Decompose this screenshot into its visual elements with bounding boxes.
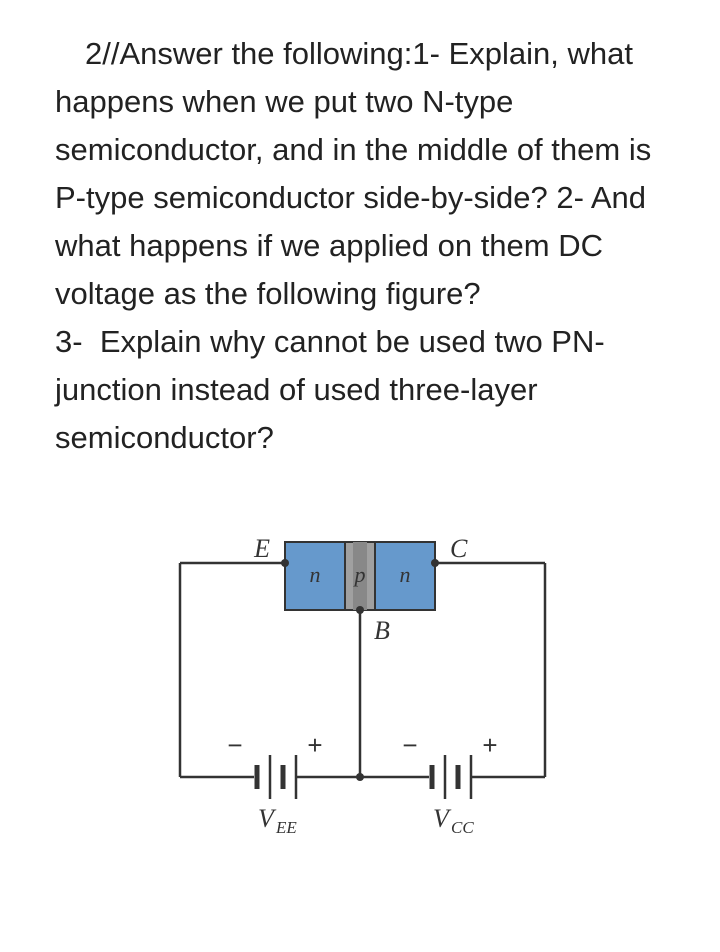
vee-minus: − xyxy=(227,730,242,760)
circuit-diagram: n p n E C B xyxy=(0,527,720,857)
question-part1: Explain, what happens when we put two N-… xyxy=(55,36,651,311)
base-label: B xyxy=(374,616,390,645)
question-prefix: 2//Answer the following:1- xyxy=(85,36,449,71)
vee-plus: + xyxy=(307,730,322,760)
vcc-sub: CC xyxy=(451,818,474,837)
transistor-body: n p n xyxy=(285,542,435,610)
label-p: p xyxy=(353,562,366,587)
label-n-right: n xyxy=(400,562,411,587)
collector-label: C xyxy=(450,534,468,563)
emitter-label: E xyxy=(253,534,270,563)
label-n-left: n xyxy=(310,562,321,587)
vcc-plus: + xyxy=(482,730,497,760)
question-text: 2//Answer the following:1- Explain, what… xyxy=(55,30,665,462)
vee-v: V xyxy=(258,804,277,833)
question-part3: Explain why cannot be used two PN-juncti… xyxy=(55,324,605,455)
vcc-minus: − xyxy=(402,730,417,760)
vee-battery: − + V EE xyxy=(227,730,322,837)
question-part3-prefix: 3- xyxy=(55,324,91,359)
vee-sub: EE xyxy=(275,818,297,837)
vcc-v: V xyxy=(433,804,452,833)
vcc-battery: − + V CC xyxy=(402,730,497,837)
